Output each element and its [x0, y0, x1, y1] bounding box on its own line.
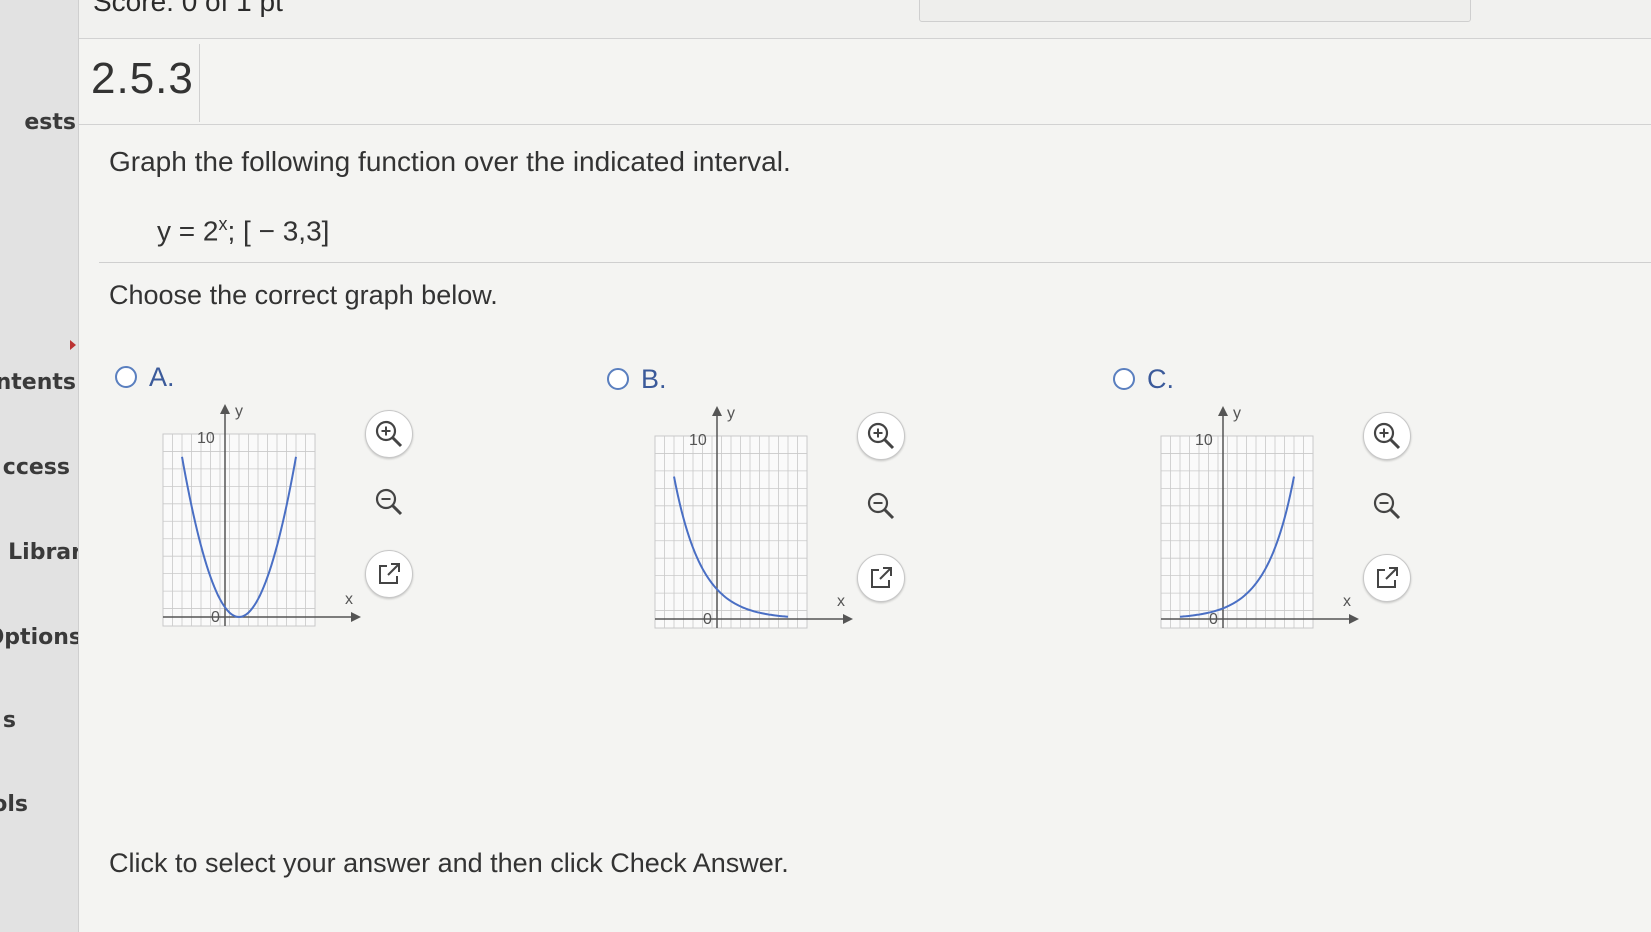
sidebar-item-options[interactable]: Options [0, 625, 78, 650]
x-axis-arrow [1349, 614, 1359, 624]
external-link-icon [871, 567, 892, 588]
x-axis-label: x [837, 593, 845, 610]
open-graph-button[interactable] [857, 554, 905, 602]
y-tick-label: 10 [689, 432, 707, 449]
option-b-label[interactable]: B. [641, 364, 667, 395]
graph-grid [1160, 435, 1314, 629]
x-min-label: -4 [651, 635, 665, 636]
equation: y = 2x; [ − 3,3] [157, 214, 329, 247]
score-text: Score: 0 of 1 pt [93, 0, 283, 17]
external-link-icon [379, 563, 400, 584]
instructions-text: Click to select your answer and then cli… [109, 848, 789, 878]
zoom-in-button[interactable] [857, 412, 905, 460]
x-min-label: -4 [1157, 635, 1171, 636]
equation-lhs: y = 2 [157, 215, 219, 247]
zoom-out-icon [867, 492, 895, 520]
zoom-out-button[interactable] [1363, 482, 1411, 530]
divider [79, 124, 1651, 125]
sidebar-item-library[interactable]: a Librar [0, 540, 78, 565]
y-tick-label: 10 [1195, 432, 1213, 449]
radio-option-c[interactable] [1113, 368, 1135, 390]
sidebar-item-contents[interactable]: ntents [0, 370, 76, 395]
option-a[interactable]: A. y 10 x 0 -4 4 [115, 362, 445, 644]
zoom-in-icon [867, 422, 895, 450]
y-axis-label: y [727, 405, 735, 422]
question-prompt: Graph the following function over the in… [109, 146, 791, 177]
y-axis-label: y [1233, 405, 1241, 422]
sidebar-item-s[interactable]: s [3, 708, 16, 733]
zoom-out-icon [375, 488, 403, 516]
sidebar-item-tests[interactable]: ests [24, 110, 76, 135]
x-max-label: 4 [1303, 635, 1312, 636]
x-max-label: 4 [797, 635, 806, 636]
option-c-label[interactable]: C. [1147, 364, 1174, 395]
y-axis-label: y [235, 403, 243, 420]
equation-interval: ; [ − 3,3] [227, 215, 330, 247]
graph-grid [162, 433, 316, 627]
open-graph-button[interactable] [1363, 554, 1411, 602]
x-axis-label: x [1343, 593, 1351, 610]
zoom-in-icon [1373, 422, 1401, 450]
zoom-out-icon [1373, 492, 1401, 520]
radio-option-b[interactable] [607, 368, 629, 390]
external-link-icon [1377, 567, 1398, 588]
top-nav-box[interactable] [919, 0, 1471, 22]
sidebar-item-access[interactable]: ccess [3, 455, 70, 480]
zoom-out-button[interactable] [365, 478, 413, 526]
choose-text: Choose the correct graph below. [109, 280, 498, 310]
graph-grid [654, 435, 808, 629]
graph-option-b: y 10 x 0 -4 4 [651, 405, 853, 636]
zoom-out-button[interactable] [857, 482, 905, 530]
y-axis-arrow [712, 406, 722, 416]
option-c[interactable]: C. y 10 x 0 -4 4 [1113, 364, 1443, 646]
zoom-in-button[interactable] [1363, 412, 1411, 460]
graph-option-a: y 10 x 0 -4 4 [159, 403, 361, 634]
zoom-in-icon [375, 420, 403, 448]
left-sidebar: ests ntents ccess a Librar Options s ols [0, 0, 79, 932]
x-axis-arrow [843, 614, 853, 624]
open-graph-button[interactable] [365, 550, 413, 598]
x-min-label: -4 [159, 633, 173, 634]
sidebar-marker [70, 340, 76, 350]
radio-option-a[interactable] [115, 366, 137, 388]
zoom-in-button[interactable] [365, 410, 413, 458]
divider [99, 262, 1651, 263]
x-axis-arrow [351, 612, 361, 622]
y-axis-arrow [220, 404, 230, 414]
y-tick-label: 10 [197, 430, 215, 447]
origin-label: 0 [1209, 611, 1218, 628]
question-panel: Score: 0 of 1 pt 2.5.3 Graph the followi… [79, 0, 1651, 932]
sidebar-item-tools[interactable]: ols [0, 792, 28, 817]
option-b[interactable]: B. y 10 x 0 -4 4 [607, 364, 937, 646]
question-number: 2.5.3 [91, 54, 194, 103]
x-max-label: 4 [305, 633, 314, 634]
x-axis-label: x [345, 591, 353, 608]
y-axis-arrow [1218, 406, 1228, 416]
top-bar: Score: 0 of 1 pt [79, 0, 1651, 39]
origin-label: 0 [703, 611, 712, 628]
origin-label: 0 [211, 609, 220, 626]
option-a-label[interactable]: A. [149, 362, 175, 393]
divider [199, 44, 200, 122]
graph-option-c: y 10 x 0 -4 4 [1157, 405, 1359, 636]
